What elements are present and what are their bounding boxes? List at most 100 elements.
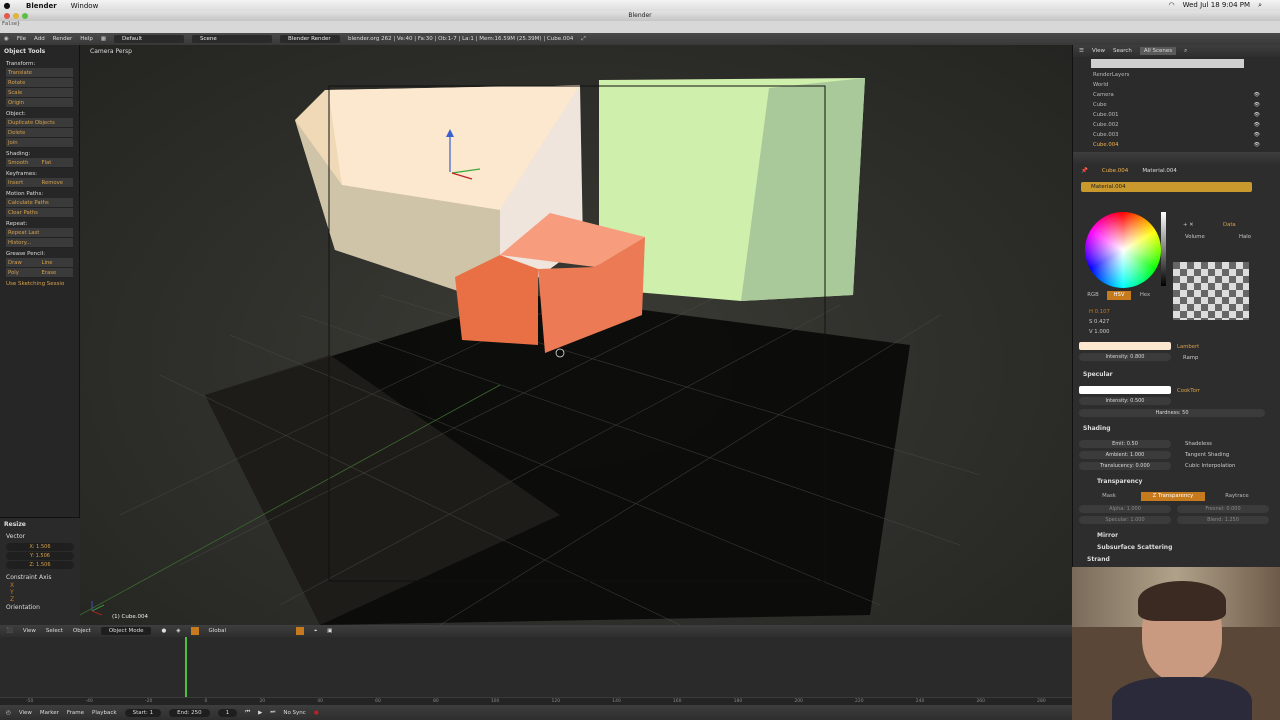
clear-paths-button[interactable]: Clear Paths [6, 208, 73, 218]
manipulator-icon[interactable] [190, 627, 199, 635]
outliner-row-camera[interactable]: Camera 👁 [1073, 90, 1280, 100]
color-wheel[interactable] [1085, 212, 1161, 288]
sync-selector[interactable]: No Sync [283, 710, 305, 716]
blend-slider[interactable]: Blend: 1.250 [1177, 516, 1269, 524]
context-material[interactable]: Material.004 [1142, 168, 1177, 174]
hue-field[interactable]: H 0.107 [1089, 309, 1110, 315]
mask-tab[interactable]: Mask [1079, 492, 1139, 501]
rotate-button[interactable]: Rotate [6, 78, 73, 88]
playback-menu[interactable]: Playback [92, 710, 117, 716]
value-slider[interactable] [1161, 212, 1166, 286]
menu-help[interactable]: Help [80, 36, 93, 42]
layer-icon[interactable] [296, 627, 305, 635]
remove-keyframe-button[interactable]: Remove [39, 178, 73, 188]
scale-button[interactable]: Scale [6, 88, 73, 98]
outliner-row-cube-004[interactable]: Cube.004 👁 [1073, 140, 1280, 150]
alpha-slider[interactable]: Alpha: 1.000 [1079, 505, 1171, 513]
calculate-paths-button[interactable]: Calculate Paths [6, 198, 73, 208]
origin-button[interactable]: Origin [6, 98, 73, 108]
translucency-slider[interactable]: Translucency: 0.000 [1079, 462, 1171, 470]
properties-tabs[interactable] [1073, 152, 1280, 164]
snap-icon[interactable]: ⌖ [314, 628, 317, 635]
diffuse-shader-selector[interactable]: Lambert [1177, 344, 1199, 350]
pin-icon[interactable]: 📌 [1081, 168, 1088, 174]
repeat-last-button[interactable]: Repeat Last [6, 228, 73, 238]
outliner-row-renderlayers[interactable]: RenderLayers [1073, 70, 1280, 80]
outliner-row-cube-001[interactable]: Cube.001 👁 [1073, 110, 1280, 120]
hsv-tab[interactable]: HSV [1107, 291, 1131, 300]
jump-start-icon[interactable]: ⏮ [245, 709, 250, 716]
object-menu[interactable]: Object [73, 628, 91, 634]
start-frame-field[interactable]: Start: 1 [124, 708, 162, 717]
transparency-panel-header[interactable]: Transparency [1097, 478, 1142, 485]
value-field[interactable]: V 1.000 [1089, 329, 1109, 335]
menu-add[interactable]: Add [34, 36, 45, 42]
add-icon[interactable]: + ✕ [1183, 222, 1194, 228]
clock[interactable]: Wed Jul 18 9:04 PM [1183, 1, 1251, 10]
fresnel-slider[interactable]: Fresnel: 0.000 [1177, 505, 1269, 513]
diffuse-ramp-checkbox[interactable]: Ramp [1183, 355, 1198, 361]
context-object[interactable]: Cube.004 [1102, 168, 1128, 174]
specular-color-swatch[interactable] [1079, 386, 1171, 394]
halo-tab[interactable]: Halo [1239, 234, 1251, 240]
record-icon[interactable]: ● [314, 710, 319, 716]
minimize-window-button[interactable] [13, 13, 19, 19]
hex-tab[interactable]: Hex [1135, 291, 1155, 300]
resize-x-field[interactable]: X: 1.506 [6, 543, 74, 551]
insert-keyframe-button[interactable]: Insert [6, 178, 40, 188]
delete-button[interactable]: Delete [6, 128, 73, 138]
layout-selector[interactable]: Default [114, 35, 185, 43]
constraint-x-checkbox[interactable]: X [0, 582, 80, 589]
saturation-field[interactable]: S 0.427 [1089, 319, 1109, 325]
select-menu[interactable]: Select [46, 628, 63, 634]
apple-icon[interactable]: ● [0, 1, 14, 10]
erase-button[interactable]: Erase [39, 268, 73, 278]
end-frame-field[interactable]: End: 250 [169, 708, 210, 717]
use-sketching-checkbox[interactable]: Use Sketching Sessio [0, 280, 79, 288]
history-button[interactable]: History... [6, 238, 73, 248]
ambient-slider[interactable]: Ambient: 1.000 [1079, 451, 1171, 459]
draw-button[interactable]: Draw [6, 258, 40, 268]
emit-slider[interactable]: Emit: 0.50 [1079, 440, 1171, 448]
close-window-button[interactable] [4, 13, 10, 19]
sss-panel-header[interactable]: Subsurface Scattering [1097, 544, 1172, 551]
frame-menu[interactable]: Frame [67, 710, 84, 716]
mode-selector[interactable]: Object Mode [100, 627, 152, 635]
z-transparency-tab[interactable]: Z Transparency [1141, 492, 1205, 501]
flat-button[interactable]: Flat [39, 158, 73, 168]
specular-panel-header[interactable]: Specular [1083, 371, 1113, 378]
join-button[interactable]: Join [6, 138, 73, 148]
render-preview-icon[interactable]: ▣ [327, 628, 332, 634]
timeline-view-menu[interactable]: View [19, 710, 32, 716]
specular-intensity-slider[interactable]: Intensity: 0.500 [1079, 397, 1171, 405]
poly-button[interactable]: Poly [6, 268, 40, 278]
outliner-search-input[interactable] [1091, 59, 1244, 68]
diffuse-intensity-slider[interactable]: Intensity: 0.800 [1079, 353, 1171, 361]
hardness-slider[interactable]: Hardness: 50 [1079, 409, 1265, 417]
marker-menu[interactable]: Marker [40, 710, 59, 716]
3d-viewport[interactable]: Camera Persp (1) Cube.004 [80, 45, 1072, 625]
search-icon[interactable]: ⌕ [1258, 1, 1262, 10]
specular-alpha-slider[interactable]: Specular: 1.000 [1079, 516, 1171, 524]
material-slot[interactable]: Material.004 [1081, 182, 1252, 192]
jump-end-icon[interactable]: ⏭ [270, 709, 275, 716]
menu-render[interactable]: Render [53, 36, 73, 42]
orientation-selector[interactable]: Global [209, 628, 227, 634]
current-frame-field[interactable]: 1 [217, 708, 238, 717]
window-menu[interactable]: Window [71, 2, 99, 10]
display-mode-selector[interactable]: All Scenes [1139, 47, 1177, 55]
duplicate-objects-button[interactable]: Duplicate Objects [6, 118, 73, 128]
app-menu[interactable]: Blender [26, 2, 57, 10]
smooth-button[interactable]: Smooth [6, 158, 40, 168]
view-menu[interactable]: View [23, 628, 36, 634]
mirror-panel-header[interactable]: Mirror [1097, 532, 1118, 539]
tangent-shading-checkbox[interactable]: Tangent Shading [1185, 452, 1229, 458]
search-icon[interactable]: ⌕ [1184, 48, 1187, 55]
line-button[interactable]: Line [39, 258, 73, 268]
raytrace-tab[interactable]: Raytrace [1207, 492, 1267, 501]
shadeless-checkbox[interactable]: Shadeless [1185, 441, 1212, 447]
shading-panel-header[interactable]: Shading [1083, 425, 1111, 432]
editor-type-icon[interactable]: ⬛ [6, 628, 13, 634]
data-tab[interactable]: Data [1223, 222, 1236, 228]
layout-icon[interactable]: ▦ [101, 36, 106, 42]
